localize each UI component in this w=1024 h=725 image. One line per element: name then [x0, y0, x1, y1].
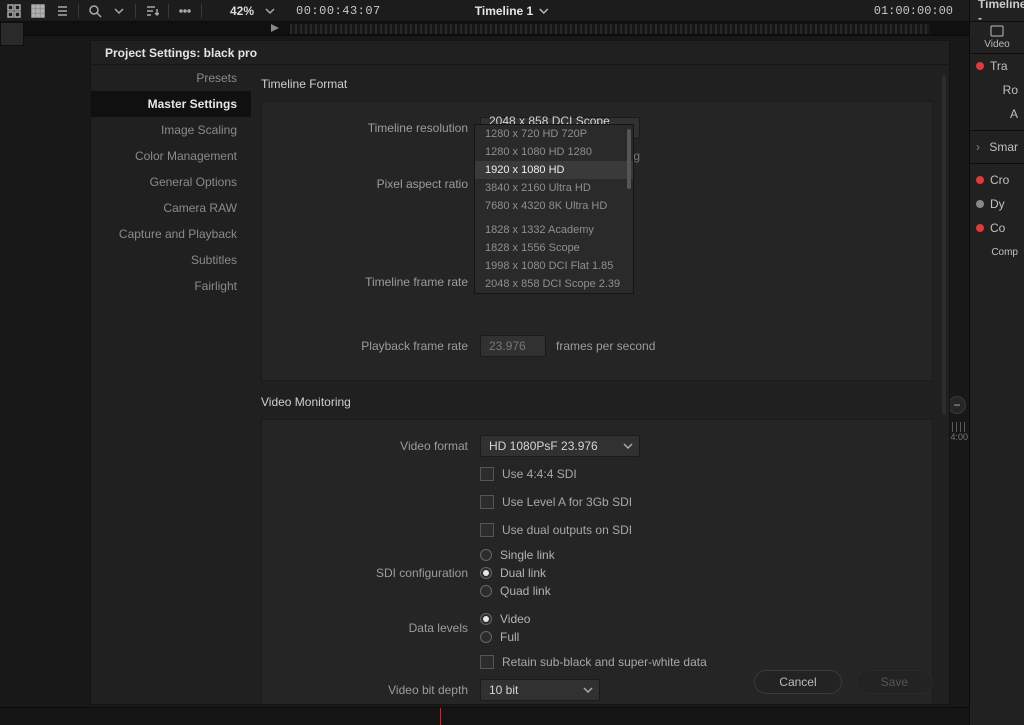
pixel-aspect-label: Pixel aspect ratio	[280, 177, 480, 191]
smart-row[interactable]: › Smar	[970, 135, 1024, 159]
video-format-label: Video format	[280, 439, 480, 453]
pool-icon[interactable]	[6, 3, 22, 19]
sdi-dual-radio[interactable]	[480, 567, 492, 579]
dropdown-item[interactable]: 1828 x 1332 Academy	[475, 221, 633, 239]
dual-output-label: Use dual outputs on SDI	[502, 523, 632, 537]
video-format-select[interactable]: HD 1080PsF 23.976	[480, 435, 640, 457]
tab-video[interactable]: Video	[970, 22, 1024, 54]
chevron-down-icon	[623, 441, 633, 451]
project-settings-dialog: Project Settings: black pro Presets Mast…	[90, 40, 950, 705]
more-icon[interactable]	[177, 3, 193, 19]
bit-depth-label: Video bit depth	[280, 683, 480, 697]
save-button[interactable]: Save	[856, 670, 933, 694]
cancel-button[interactable]: Cancel	[754, 670, 841, 694]
data-video-radio[interactable]	[480, 613, 492, 625]
chevron-down-icon[interactable]	[262, 3, 278, 19]
timeline-track-area[interactable]	[0, 707, 969, 725]
data-full-radio[interactable]	[480, 631, 492, 643]
timeline-tab[interactable]: Timeline -	[970, 0, 1024, 22]
level-a-checkbox[interactable]	[480, 495, 494, 509]
dropdown-item[interactable]: 1998 x 1080 DCI Flat 1.85	[475, 257, 633, 275]
sidebar-item-capture-playback[interactable]: Capture and Playback	[91, 221, 251, 247]
dropdown-item[interactable]: 3840 x 2160 Ultra HD	[475, 179, 633, 197]
level-a-label: Use Level A for 3Gb SDI	[502, 495, 632, 509]
timeline-resolution-label: Timeline resolution	[280, 121, 480, 135]
sdi-config-label: SDI configuration	[280, 566, 480, 580]
retain-checkbox[interactable]	[480, 655, 494, 669]
fps-suffix: frames per second	[556, 339, 655, 353]
list-icon[interactable]	[54, 3, 70, 19]
sidebar-item-color-management[interactable]: Color Management	[91, 143, 251, 169]
record-timecode: 01:00:00:00	[874, 4, 953, 18]
dialog-title: Project Settings: black pro	[91, 41, 949, 65]
playhead[interactable]	[440, 708, 441, 725]
timeline-title[interactable]: Timeline 1	[475, 4, 549, 18]
scrollbar[interactable]	[942, 75, 946, 415]
dynamic-zoom-row[interactable]: Dy	[970, 192, 1024, 216]
dropdown-item[interactable]: 1828 x 1556 Scope	[475, 239, 633, 257]
sort-icon[interactable]	[144, 3, 160, 19]
rotation-label: Ro	[970, 78, 1024, 102]
search-icon[interactable]	[87, 3, 103, 19]
sidebar-item-fairlight[interactable]: Fairlight	[91, 273, 251, 299]
zoom-level[interactable]: 42%	[230, 4, 254, 18]
chevron-down-icon[interactable]	[111, 3, 127, 19]
bit-depth-select[interactable]: 10 bit	[480, 679, 600, 701]
dropdown-item[interactable]: 7680 x 4320 8K Ultra HD	[475, 197, 633, 215]
resolution-dropdown[interactable]: 1280 x 720 HD 720P 1280 x 1080 HD 1280 1…	[474, 124, 634, 294]
timecode: 00:00:43:07	[296, 4, 381, 18]
sidebar-item-image-scaling[interactable]: Image Scaling	[91, 117, 251, 143]
dual-output-checkbox[interactable]	[480, 523, 494, 537]
zoom-out-icon[interactable]: −	[948, 396, 966, 414]
timeline-frame-rate-label: Timeline frame rate	[280, 275, 480, 289]
section-video-monitoring: Video Monitoring	[261, 395, 933, 409]
dropdown-item[interactable]: 2048 x 858 DCI Scope 2.39	[475, 275, 633, 293]
sidebar-item-general-options[interactable]: General Options	[91, 169, 251, 195]
playback-frame-rate-label: Playback frame rate	[280, 339, 480, 353]
play-icon[interactable]	[270, 23, 282, 35]
dropdown-item[interactable]: 1280 x 720 HD 720P	[475, 125, 633, 143]
chevron-down-icon	[583, 685, 593, 695]
composite-mode-label: Comp	[970, 240, 1024, 264]
dropdown-item[interactable]: 1280 x 1080 HD 1280	[475, 143, 633, 161]
sdi-quad-radio[interactable]	[480, 585, 492, 597]
use-444-checkbox[interactable]	[480, 467, 494, 481]
crop-row[interactable]: Cro	[970, 168, 1024, 192]
sidebar-item-master-settings[interactable]: Master Settings	[91, 91, 251, 117]
transform-row[interactable]: Tra	[970, 54, 1024, 78]
sdi-single-radio[interactable]	[480, 549, 492, 561]
filmstrip	[290, 24, 930, 34]
clip-thumbnail[interactable]	[0, 22, 24, 46]
grid-icon[interactable]	[30, 3, 46, 19]
retain-label: Retain sub-black and super-white data	[502, 655, 707, 669]
sidebar-item-camera-raw[interactable]: Camera RAW	[91, 195, 251, 221]
playback-frame-rate-input[interactable]: 23.976	[480, 335, 546, 357]
section-timeline-format: Timeline Format	[261, 77, 933, 91]
anchor-label: A	[970, 102, 1024, 126]
sidebar-item-subtitles[interactable]: Subtitles	[91, 247, 251, 273]
dropdown-item[interactable]: 1920 x 1080 HD	[475, 161, 633, 179]
sidebar-item-presets[interactable]: Presets	[91, 65, 251, 91]
composite-row[interactable]: Co	[970, 216, 1024, 240]
dropdown-scrollbar[interactable]	[627, 129, 631, 189]
data-levels-label: Data levels	[280, 621, 480, 635]
use-444-label: Use 4:4:4 SDI	[502, 467, 577, 481]
